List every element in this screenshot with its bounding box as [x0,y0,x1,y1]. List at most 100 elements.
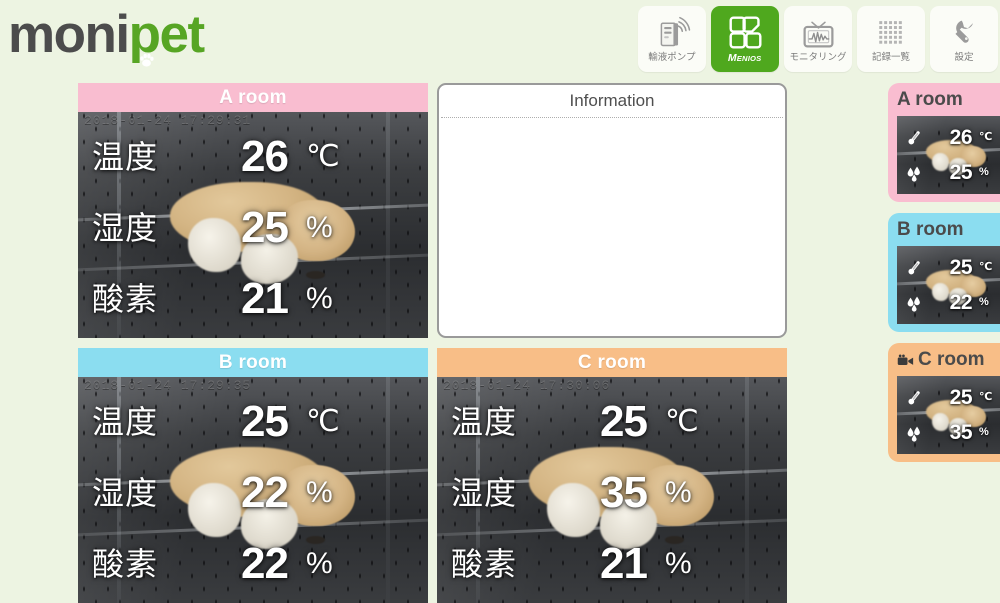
readout-unit: % [306,210,333,244]
readout-value: 25 [600,397,648,447]
readout-value: 26 [241,132,289,182]
toolbar-label-monitoring: モニタリング [789,52,847,63]
room-title-b: B room [78,348,428,377]
readout-unit: % [306,475,333,509]
readout-value: 25 [241,397,289,447]
thermometer-icon [902,388,926,407]
readout-row-oxygen: 酸素 21 % [92,273,414,323]
toolbar-label-settings: 設定 [954,52,974,63]
readout-unit: % [306,281,333,315]
readout-row-temperature: 温度 25 ℃ [451,400,773,444]
room-video-a[interactable]: 2018-01-24 17:29:31 温度 26 ℃ 湿度 25 % 酸素 2… [78,112,428,338]
sidebar-readouts-b: 25 ℃ 22 % [897,246,1000,324]
brand-logo-pet: pet [129,5,205,67]
readout-label: 温度 [451,404,518,441]
sidebar-video-b[interactable]: 25 ℃ 22 % [897,246,1000,324]
sidebar-row-humidity: 35 % [902,422,1000,443]
sidebar-row-temperature: 25 ℃ [902,257,1000,278]
readout-label: 酸素 [92,545,159,582]
toolbar-button-infusion-pump[interactable]: 輸液ポンプ [638,6,706,72]
readout-value: 35 [600,467,648,517]
brand-logo-moni: moni [8,5,130,64]
sidebar-card-b[interactable]: B room 25 ℃ 22 % [888,213,1000,332]
readout-unit: % [306,546,333,580]
readout-value: 21 [600,538,648,588]
sidebar-humidity-unit: % [979,166,989,178]
readout-label: 酸素 [92,280,159,317]
information-title: Information [569,91,655,110]
sidebar-temperature-value: 26 [949,126,973,149]
room-video-b[interactable]: 2018-01-24 17:29:35 温度 25 ℃ 湿度 22 % 酸素 2… [78,377,428,603]
sidebar-temperature-unit: ℃ [979,391,993,403]
readout-value: 21 [241,273,289,323]
grid-squares-icon [727,12,764,52]
readout-row-oxygen: 酸素 22 % [92,538,414,588]
information-body[interactable] [439,118,785,334]
sidebar-video-a[interactable]: 26 ℃ 25 % [897,116,1000,194]
monitor-waveform-icon [800,12,837,52]
readout-value: 22 [241,538,289,588]
sidebar-temperature-value: 25 [949,256,973,279]
readout-value: 25 [241,202,289,252]
toolbar-button-record-list[interactable]: 記録一覧 [857,6,925,72]
readout-unit: % [665,475,692,509]
room-readouts-c: 温度 25 ℃ 湿度 35 % 酸素 21 % [437,385,787,603]
main-area: A room 2018-01-24 17:29:31 温度 26 ℃ 湿度 25… [78,83,790,603]
sidebar-humidity-unit: % [979,296,989,308]
readout-value: 22 [241,467,289,517]
readout-row-temperature: 温度 26 ℃ [92,135,414,179]
sidebar-card-label-b: B room [897,219,964,240]
toolbar-label-record-list: 記録一覧 [872,52,910,63]
readout-unit: ℃ [306,405,340,439]
app-header: monipet 輸液ポンプ Menios モニタリング 記録一覧 設定 [0,0,1000,78]
readout-unit: % [665,546,692,580]
readout-label: 湿度 [92,209,159,246]
room-panel-c[interactable]: C room 2018-01-24 17:30:06 温度 25 ℃ 湿度 35… [437,348,787,603]
toolbar-button-monitoring[interactable]: モニタリング [784,6,852,72]
water-drops-icon [902,423,926,442]
information-panel: Information [437,83,787,338]
sidebar-card-label-a: A room [897,89,963,110]
sidebar-readouts-a: 26 ℃ 25 % [897,116,1000,194]
sidebar-humidity-value: 25 [949,161,973,184]
sidebar-card-title-c: C room [888,348,1000,372]
toolbar-button-settings[interactable]: 設定 [930,6,998,72]
water-drops-icon [902,293,926,312]
thermometer-icon [902,128,926,147]
room-readouts-a: 温度 26 ℃ 湿度 25 % 酸素 21 % [78,120,428,338]
sidebar-temperature-value: 25 [949,386,973,409]
water-drops-icon [902,163,926,182]
sidebar-row-temperature: 26 ℃ [902,127,1000,148]
sidebar-card-a[interactable]: A room 26 ℃ 25 % [888,83,1000,202]
readout-row-temperature: 温度 25 ℃ [92,400,414,444]
room-readouts-b: 温度 25 ℃ 湿度 22 % 酸素 22 % [78,385,428,603]
sidebar-readouts-c: 25 ℃ 35 % [897,376,1000,454]
readout-label: 酸素 [451,545,518,582]
readout-unit: ℃ [665,405,699,439]
room-panel-b[interactable]: B room 2018-01-24 17:29:35 温度 25 ℃ 湿度 22… [78,348,428,603]
sidebar-card-c[interactable]: C room 25 ℃ 35 % [888,343,1000,462]
thermometer-icon [902,258,926,277]
toolbar: 輸液ポンプ Menios モニタリング 記録一覧 設定 [638,6,998,72]
sidebar-card-title-b: B room [888,218,1000,242]
sidebar-row-humidity: 25 % [902,162,1000,183]
sidebar-humidity-value: 22 [949,291,973,314]
readout-row-humidity: 湿度 22 % [92,467,414,517]
brand-logo: monipet [8,5,205,67]
toolbar-label-infusion-pump: 輸液ポンプ [648,52,696,63]
sidebar-temperature-unit: ℃ [979,261,993,273]
sidebar-card-label-c: C room [918,349,985,370]
readout-unit: ℃ [306,140,340,174]
readout-row-oxygen: 酸素 21 % [451,538,773,588]
toolbar-label-menios: Menios [728,52,762,64]
readout-label: 湿度 [451,474,518,511]
room-panel-a[interactable]: A room 2018-01-24 17:29:31 温度 26 ℃ 湿度 25… [78,83,428,338]
room-video-c[interactable]: 2018-01-24 17:30:06 温度 25 ℃ 湿度 35 % 酸素 2… [437,377,787,603]
readout-label: 温度 [92,139,159,176]
paw-print-icon [138,25,155,67]
toolbar-button-menios[interactable]: Menios [711,6,779,72]
room-sidebar: A room 26 ℃ 25 % B room 25 ℃ 22 % C room… [888,83,1000,473]
sidebar-card-title-a: A room [888,88,1000,112]
video-camera-icon [897,354,915,367]
sidebar-video-c[interactable]: 25 ℃ 35 % [897,376,1000,454]
